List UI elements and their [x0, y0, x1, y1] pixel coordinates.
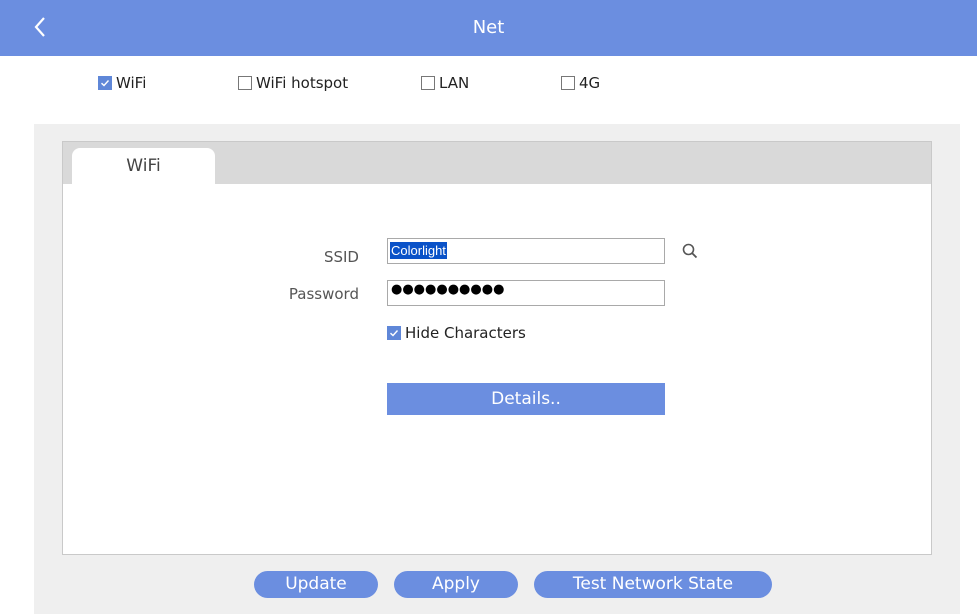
wifi-checkbox[interactable]: WiFi [98, 72, 146, 94]
apply-button[interactable]: Apply [394, 571, 518, 598]
test-network-state-button[interactable]: Test Network State [534, 571, 772, 598]
lan-option-label: LAN [439, 74, 470, 92]
checkbox-unchecked-icon [561, 76, 575, 90]
header-bar: Net [0, 0, 977, 56]
password-value: ●●●●●●●●●● [391, 282, 505, 297]
password-input[interactable]: ●●●●●●●●●● [387, 280, 665, 306]
search-icon[interactable] [681, 242, 699, 260]
network-type-options: WiFi WiFi hotspot LAN 4G [0, 72, 977, 94]
update-button[interactable]: Update [254, 571, 378, 598]
hide-characters-checkbox[interactable]: Hide Characters [387, 322, 526, 344]
lan-checkbox[interactable]: LAN [421, 72, 469, 94]
ssid-label: SSID [323, 248, 359, 266]
hide-characters-label: Hide Characters [405, 324, 526, 342]
tab-wifi[interactable]: WiFi [72, 148, 215, 186]
checkbox-checked-icon [98, 76, 112, 90]
ssid-value: Colorlight [390, 242, 447, 259]
checkbox-checked-icon [387, 326, 401, 340]
tab-strip: WiFi [63, 142, 931, 186]
page-title: Net [472, 17, 505, 38]
ssid-input[interactable]: Colorlight [387, 238, 665, 264]
wifi-settings-panel: WiFi SSID Colorlight Password ●●●●●●●●●●… [62, 141, 932, 555]
wifi-option-label: WiFi [116, 74, 147, 92]
wifi-hotspot-option-label: WiFi hotspot [256, 74, 349, 92]
checkbox-unchecked-icon [238, 76, 252, 90]
wifi-hotspot-checkbox[interactable]: WiFi hotspot [238, 72, 348, 94]
details-button[interactable]: Details.. [387, 383, 665, 415]
4g-option-label: 4G [579, 74, 601, 92]
4g-checkbox[interactable]: 4G [561, 72, 600, 94]
password-label: Password [288, 285, 359, 303]
checkbox-unchecked-icon [421, 76, 435, 90]
